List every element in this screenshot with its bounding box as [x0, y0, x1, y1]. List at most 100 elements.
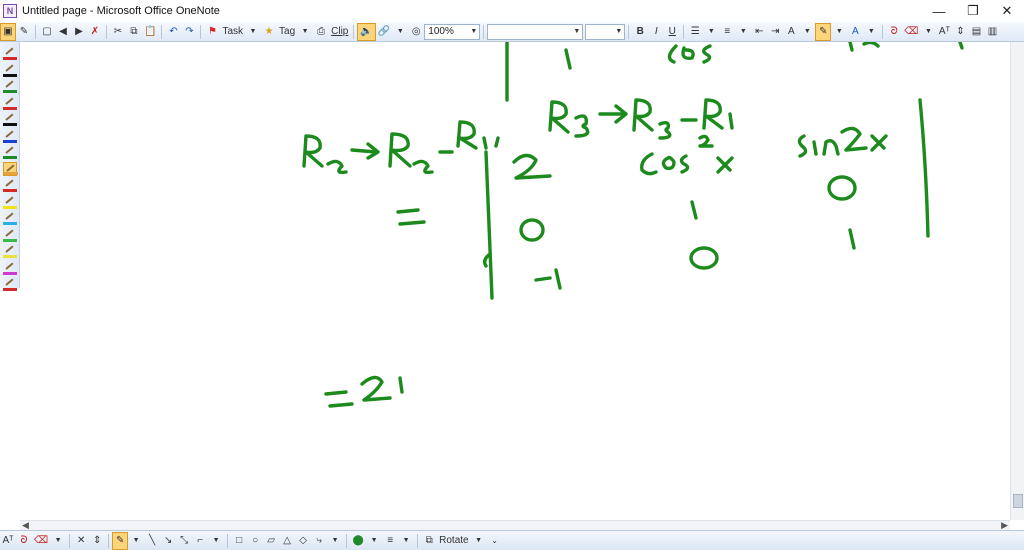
research-icon[interactable]: ◎	[408, 23, 424, 41]
rectangle-icon[interactable]: □	[231, 532, 247, 550]
copy-icon[interactable]: ⧉	[126, 23, 142, 41]
font-select[interactable]: ▼	[487, 23, 584, 40]
chevron-down-icon[interactable]: ▼	[735, 23, 751, 41]
options-icon[interactable]: ▥	[984, 23, 1000, 41]
clip-icon[interactable]: ⎙	[313, 23, 329, 41]
cut-icon[interactable]: ✂	[110, 23, 126, 41]
highlight-icon[interactable]: ✎	[815, 22, 832, 41]
note-page[interactable]	[20, 42, 1010, 520]
ink-layer	[302, 42, 964, 408]
line-icon[interactable]: ╲	[144, 532, 160, 550]
text-style-icon[interactable]: A	[783, 23, 799, 41]
axis-icon[interactable]: ⌐	[192, 532, 208, 550]
close-button[interactable]: ✕	[990, 0, 1024, 22]
scroll-thumb[interactable]	[1013, 494, 1023, 508]
bullets-icon[interactable]: ☰	[687, 23, 703, 41]
insert-space-icon[interactable]: ⇕	[952, 23, 968, 41]
clip-button[interactable]: Clip	[329, 23, 350, 41]
chevron-down-icon[interactable]: ▼	[471, 532, 487, 550]
chevron-down-icon[interactable]: ▼	[297, 23, 313, 41]
redo-icon[interactable]: ↷	[181, 23, 197, 41]
ink-to-text-icon[interactable]: Aᵀ	[936, 23, 952, 41]
link-icon[interactable]: 🔗	[376, 23, 392, 41]
undo-icon[interactable]: ↶	[165, 23, 181, 41]
new-page-icon[interactable]: ▢	[39, 23, 55, 41]
pen-preset-icon[interactable]	[3, 63, 17, 77]
italic-button[interactable]: I	[648, 23, 664, 41]
pen-preset-icon[interactable]	[3, 79, 17, 93]
rotate-button[interactable]: Rotate	[437, 532, 470, 550]
pen-preset-icon[interactable]	[3, 211, 17, 225]
chevron-down-icon[interactable]: ▼	[128, 532, 144, 550]
task-button[interactable]: Task	[220, 23, 245, 41]
chevron-down-icon[interactable]: ▼	[398, 532, 414, 550]
pen-preset-icon[interactable]	[3, 161, 18, 176]
pen-icon[interactable]: ✎	[112, 531, 129, 550]
chevron-down-icon[interactable]: ▼	[245, 23, 261, 41]
bold-button[interactable]: B	[632, 23, 648, 41]
vertical-scrollbar[interactable]	[1010, 42, 1024, 520]
arrange-icon[interactable]: ⧉	[421, 532, 437, 550]
horizontal-scrollbar[interactable]: ◀ ▶	[20, 520, 1010, 530]
lasso-icon[interactable]: ᘐ	[886, 23, 902, 41]
lasso-icon[interactable]: ᘐ	[16, 532, 32, 550]
chevron-down-icon[interactable]: ▼	[703, 23, 719, 41]
connector-icon[interactable]: ⤷	[311, 532, 327, 550]
audio-icon[interactable]: 🔈	[357, 22, 376, 41]
pen-preset-icon[interactable]	[3, 178, 17, 192]
chevron-down-icon[interactable]: ▼	[50, 532, 66, 550]
chevron-down-icon[interactable]: ▼	[920, 23, 936, 41]
ink-to-text-icon[interactable]: Aᵀ	[0, 532, 16, 550]
pen-color-icon[interactable]: ⬤	[350, 532, 366, 550]
eraser-icon[interactable]: ⌫	[902, 23, 920, 41]
pen-preset-icon[interactable]	[3, 228, 17, 242]
chevron-down-icon[interactable]: ▼	[392, 23, 408, 41]
back-icon[interactable]: ◀	[55, 23, 71, 41]
indent-icon[interactable]: ⇥	[767, 23, 783, 41]
view-icon[interactable]: ▣	[0, 22, 16, 41]
tag-star-icon[interactable]: ★	[261, 23, 277, 41]
pen-color-swatch	[3, 238, 17, 242]
pen-preset-icon[interactable]	[3, 277, 17, 291]
pen-tool-icon[interactable]: ✎	[16, 23, 32, 41]
pen-preset-icon[interactable]	[3, 46, 17, 60]
delete-icon[interactable]: ✕	[73, 532, 89, 550]
chevron-down-icon[interactable]: ▼	[863, 23, 879, 41]
page-icon[interactable]: ▤	[968, 23, 984, 41]
tag-button[interactable]: Tag	[277, 23, 297, 41]
chevron-down-icon[interactable]: ▼	[366, 532, 382, 550]
pen-preset-icon[interactable]	[3, 195, 17, 209]
parallelogram-icon[interactable]: ▱	[263, 532, 279, 550]
task-flag-icon[interactable]: ⚑	[204, 23, 220, 41]
pen-preset-icon[interactable]	[3, 96, 17, 110]
paste-icon[interactable]: 📋	[142, 23, 158, 41]
underline-button[interactable]: U	[664, 23, 680, 41]
line-weight-icon[interactable]: ≡	[382, 532, 398, 550]
chevron-down-icon[interactable]: ▼	[831, 23, 847, 41]
pen-preset-icon[interactable]	[3, 129, 17, 143]
forward-icon[interactable]: ▶	[71, 23, 87, 41]
pen-preset-icon[interactable]	[3, 145, 17, 159]
chevron-down-icon[interactable]: ▼	[208, 532, 224, 550]
pen-preset-icon[interactable]	[3, 244, 17, 258]
circle-icon[interactable]: ○	[247, 532, 263, 550]
arrow-icon[interactable]: ↘	[160, 532, 176, 550]
eraser-icon[interactable]: ⌫	[32, 532, 50, 550]
font-color-icon[interactable]: A	[847, 23, 863, 41]
numbering-icon[interactable]: ≡	[719, 23, 735, 41]
double-arrow-icon[interactable]: ⤡	[176, 532, 192, 550]
delete-icon[interactable]: ✗	[87, 23, 103, 41]
insert-space-icon[interactable]: ⇕	[89, 532, 105, 550]
toolbar-options-icon[interactable]: ⌄	[487, 532, 503, 550]
maximize-button[interactable]: ❐	[956, 0, 990, 22]
chevron-down-icon[interactable]: ▼	[799, 23, 815, 41]
zoom-select[interactable]: 100% ▼	[424, 23, 481, 40]
pen-preset-icon[interactable]	[3, 112, 17, 126]
font-size-select[interactable]: ▼	[585, 23, 626, 40]
minimize-button[interactable]: —	[922, 0, 956, 22]
chevron-down-icon[interactable]: ▼	[327, 532, 343, 550]
triangle-icon[interactable]: △	[279, 532, 295, 550]
outdent-icon[interactable]: ⇤	[751, 23, 767, 41]
pen-preset-icon[interactable]	[3, 261, 17, 275]
diamond-icon[interactable]: ◇	[295, 532, 311, 550]
